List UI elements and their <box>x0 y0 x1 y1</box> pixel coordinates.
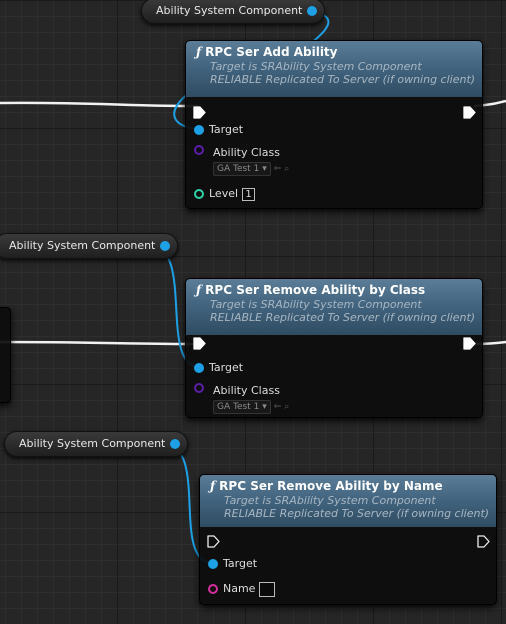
variable-label: Ability System Component <box>156 4 303 17</box>
ability-system-component-variable-2[interactable]: Ability System Component <box>0 233 179 259</box>
exec-output-pin-icon[interactable] <box>463 106 476 119</box>
arrow-left-icon[interactable]: ⇐ <box>274 402 282 412</box>
node-title: RPC Ser Add Ability <box>205 45 338 59</box>
arrow-left-icon[interactable]: ⇐ <box>274 164 282 174</box>
object-pin-icon[interactable] <box>208 559 218 569</box>
node-replication-note: RELIABLE Replicated To Server (if owning… <box>224 507 490 520</box>
object-pin-icon[interactable] <box>194 363 204 373</box>
exec-input-pin-icon[interactable] <box>207 535 220 548</box>
ability-class-dropdown[interactable]: GA Test 1 ▾ <box>213 162 271 176</box>
search-icon[interactable]: ⌕ <box>284 402 289 412</box>
node-title: RPC Ser Remove Ability by Name <box>219 479 443 493</box>
rpc-ser-add-ability-node[interactable]: ƒ RPC Ser Add Ability Target is SRAbility… <box>185 40 483 209</box>
exec-input-pin-icon[interactable] <box>193 106 206 119</box>
ability-system-component-variable-3[interactable]: Ability System Component <box>4 431 189 457</box>
exec-input-pin-icon[interactable] <box>193 337 206 350</box>
exec-output-pin-icon[interactable] <box>477 535 490 548</box>
level-pin[interactable]: Level 1 <box>194 185 256 203</box>
function-icon: ƒ <box>196 45 202 59</box>
class-pin-icon[interactable] <box>194 383 204 393</box>
node-header[interactable]: ƒ RPC Ser Remove Ability by Class Target … <box>186 279 482 335</box>
object-output-pin[interactable] <box>160 241 171 251</box>
target-pin[interactable]: Target <box>194 359 243 377</box>
exec-wire-2-in <box>0 340 199 346</box>
search-icon[interactable]: ⌕ <box>284 164 289 174</box>
ability-class-pin[interactable]: Ability Class GA Test 1 ▾ ⇐ ⌕ <box>194 145 289 176</box>
name-pin-icon[interactable] <box>208 584 218 594</box>
class-pin-icon[interactable] <box>194 145 204 155</box>
node-header[interactable]: ƒ RPC Ser Remove Ability by Name Target i… <box>200 475 496 527</box>
function-icon: ƒ <box>210 479 216 493</box>
node-replication-note: RELIABLE Replicated To Server (if owning… <box>210 311 476 324</box>
node-header[interactable]: ƒ RPC Ser Add Ability Target is SRAbility… <box>186 41 482 97</box>
object-output-pin[interactable] <box>307 6 318 16</box>
chevron-down-icon: ▾ <box>262 402 267 412</box>
node-target-note: Target is SRAbility System Component <box>210 60 422 73</box>
node-replication-note: RELIABLE Replicated To Server (if owning… <box>210 73 476 86</box>
exec-wire-1-in <box>0 101 199 108</box>
name-pin[interactable]: Name <box>208 580 276 598</box>
object-pin-icon[interactable] <box>194 125 204 135</box>
chevron-down-icon: ▾ <box>262 164 267 174</box>
node-target-note: Target is SRAbility System Component <box>210 298 422 311</box>
ability-class-dropdown[interactable]: GA Test 1 ▾ <box>213 400 271 414</box>
name-input[interactable] <box>259 581 276 597</box>
int-pin-icon[interactable] <box>194 189 204 199</box>
variable-label: Ability System Component <box>9 239 156 252</box>
variable-label: Ability System Component <box>19 437 166 450</box>
ability-class-pin[interactable]: Ability Class GA Test 1 ▾ ⇐ ⌕ <box>194 383 289 414</box>
level-input[interactable]: 1 <box>242 187 256 201</box>
object-output-pin[interactable] <box>170 439 181 449</box>
partial-offscreen-node[interactable] <box>0 307 11 403</box>
target-pin[interactable]: Target <box>208 555 257 573</box>
rpc-ser-remove-ability-by-class-node[interactable]: ƒ RPC Ser Remove Ability by Class Target … <box>185 278 483 418</box>
function-icon: ƒ <box>196 283 202 297</box>
node-target-note: Target is SRAbility System Component <box>224 494 436 507</box>
rpc-ser-remove-ability-by-name-node[interactable]: ƒ RPC Ser Remove Ability by Name Target i… <box>199 474 497 605</box>
target-pin[interactable]: Target <box>194 121 243 139</box>
node-title: RPC Ser Remove Ability by Class <box>205 283 426 297</box>
ability-system-component-variable-1[interactable]: Ability System Component <box>141 0 326 24</box>
exec-output-pin-icon[interactable] <box>463 337 476 350</box>
